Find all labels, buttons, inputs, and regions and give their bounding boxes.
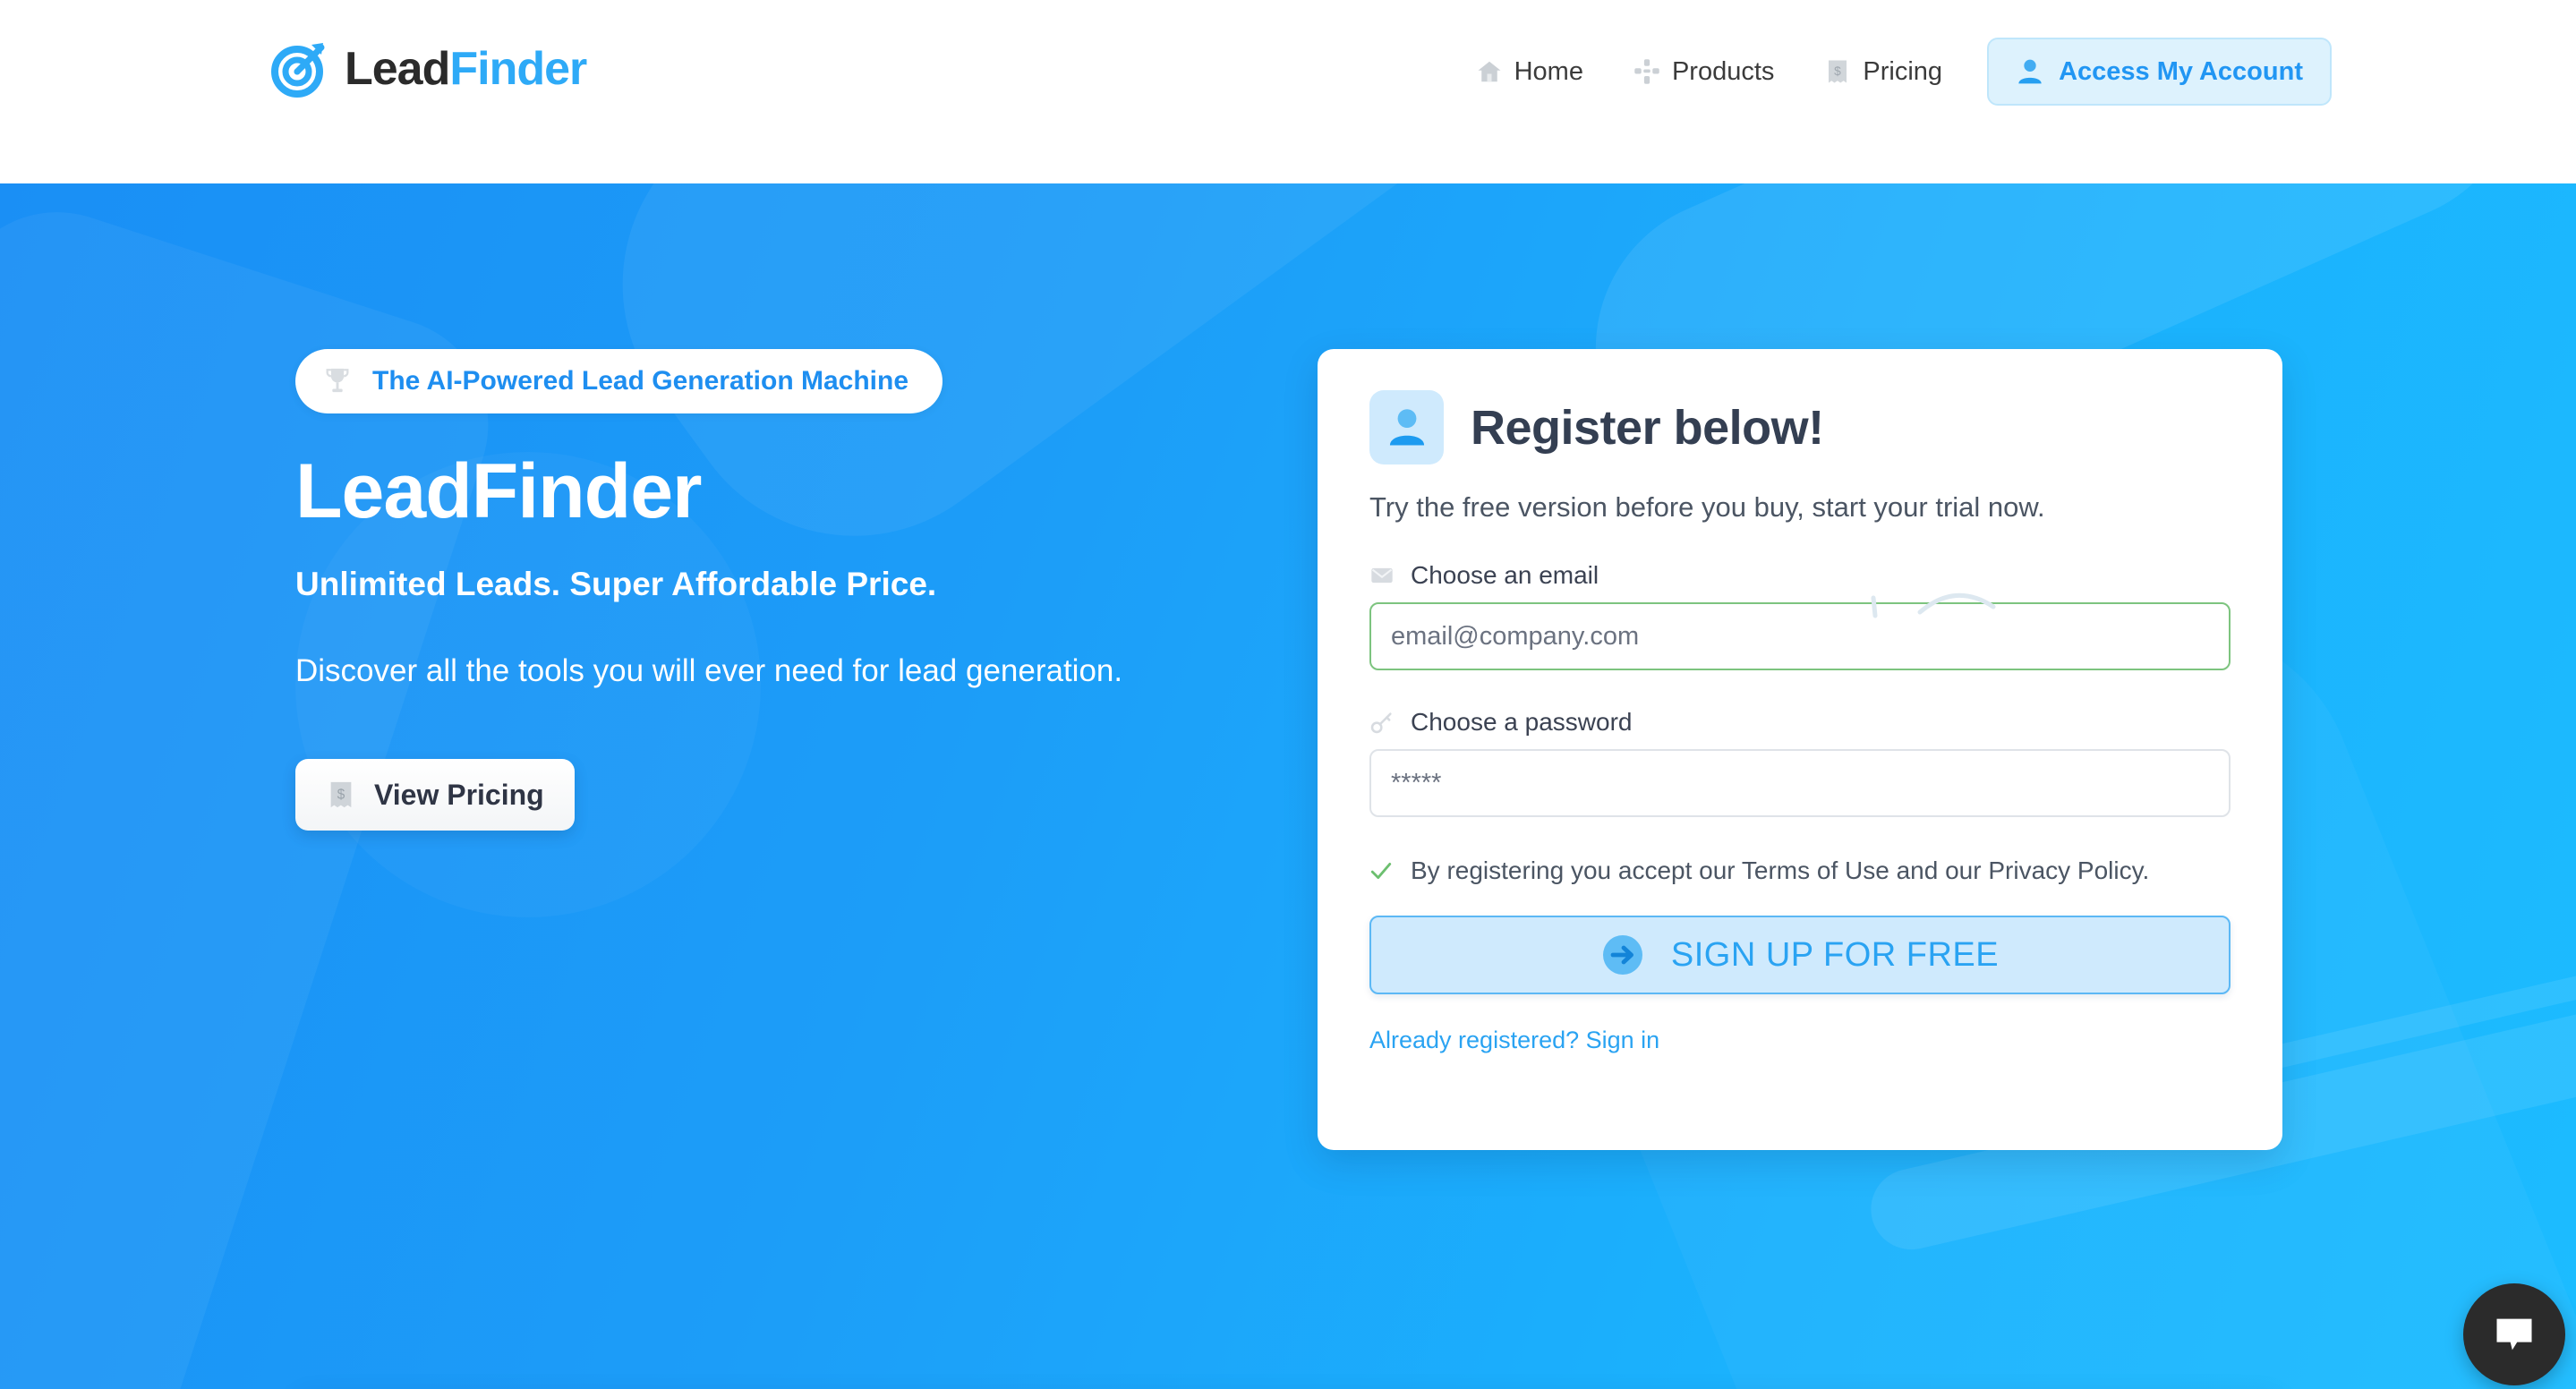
trophy-icon [326,368,349,393]
register-card-title: Register below! [1471,400,1824,455]
chat-bubble-icon [2496,1318,2532,1351]
hero-subtitle: Unlimited Leads. Super Affordable Price. [295,566,937,603]
hero-title: LeadFinder [295,448,703,534]
avatar [1369,390,1444,464]
terms-notice-text: By registering you accept our Terms of U… [1411,856,2150,884]
register-card-subtitle: Try the free version before you buy, sta… [1369,491,2045,523]
hero-badge-label: The AI-Powered Lead Generation Machine [372,366,909,396]
arrow-right-circle-icon [1602,935,1642,975]
hero-text-column: The AI-Powered Lead Generation Machine L… [295,349,1352,831]
nav-item-pricing[interactable]: $ Pricing [1799,40,1967,103]
receipt-dollar-icon: $ [330,782,352,808]
email-field-label: Choose an email [1369,561,2231,590]
logo-text-primary: Lead [345,43,450,95]
sign-up-for-free-label: SIGN UP FOR FREE [1670,935,2000,974]
hero-badge: The AI-Powered Lead Generation Machine [295,349,943,413]
email-field-label-text: Choose an email [1411,561,1599,589]
register-card-header: Register below! [1369,390,2231,464]
access-my-account-button[interactable]: Access My Account [1987,38,2332,106]
view-pricing-button[interactable]: $ View Pricing [295,759,575,831]
page-root: LeadFinder Home Products $ Pricing Acces… [0,0,2576,1389]
key-icon [1370,712,1392,734]
site-header: LeadFinder Home Products $ Pricing Acces… [0,0,2576,183]
register-card: Register below! Try the free version bef… [1318,349,2282,1150]
target-arrow-icon [271,43,325,98]
user-icon [2018,59,2042,84]
hero-section: The AI-Powered Lead Generation Machine L… [0,183,2576,1389]
logo[interactable]: LeadFinder [271,40,587,98]
svg-text:$: $ [1835,64,1842,78]
terms-notice: By registering you accept our Terms of U… [1369,856,2231,885]
envelope-icon [1371,567,1393,584]
check-icon [1370,863,1392,879]
sign-in-link[interactable]: Already registered? Sign in [1369,1027,1659,1054]
receipt-dollar-icon: $ [1829,60,1847,83]
access-my-account-label: Access My Account [2059,56,2303,86]
logo-text-accent: Finder [449,43,587,95]
nav-item-products[interactable]: Products [1608,40,1799,103]
email-input[interactable] [1369,602,2231,670]
grid-products-icon [1634,59,1659,84]
password-field-label: Choose a password [1369,708,2231,737]
hero-description: Discover all the tools you will ever nee… [295,653,1123,689]
nav-item-home[interactable]: Home [1451,40,1608,103]
view-pricing-label: View Pricing [374,778,544,811]
user-avatar-icon [1389,408,1424,445]
nav-item-products-label: Products [1671,56,1775,86]
password-input[interactable] [1369,749,2231,817]
logo-text: LeadFinder [345,43,587,95]
sign-up-for-free-button[interactable]: SIGN UP FOR FREE [1369,916,2231,994]
nav-item-home-label: Home [1514,56,1583,86]
chat-widget-button[interactable] [2463,1283,2565,1385]
home-icon [1478,61,1501,82]
svg-text:$: $ [337,788,345,803]
nav-item-pricing-label: Pricing [1863,56,1943,86]
password-field-label-text: Choose a password [1411,708,1633,736]
main-navigation: Home Products $ Pricing Access My Accoun… [1451,38,2332,106]
